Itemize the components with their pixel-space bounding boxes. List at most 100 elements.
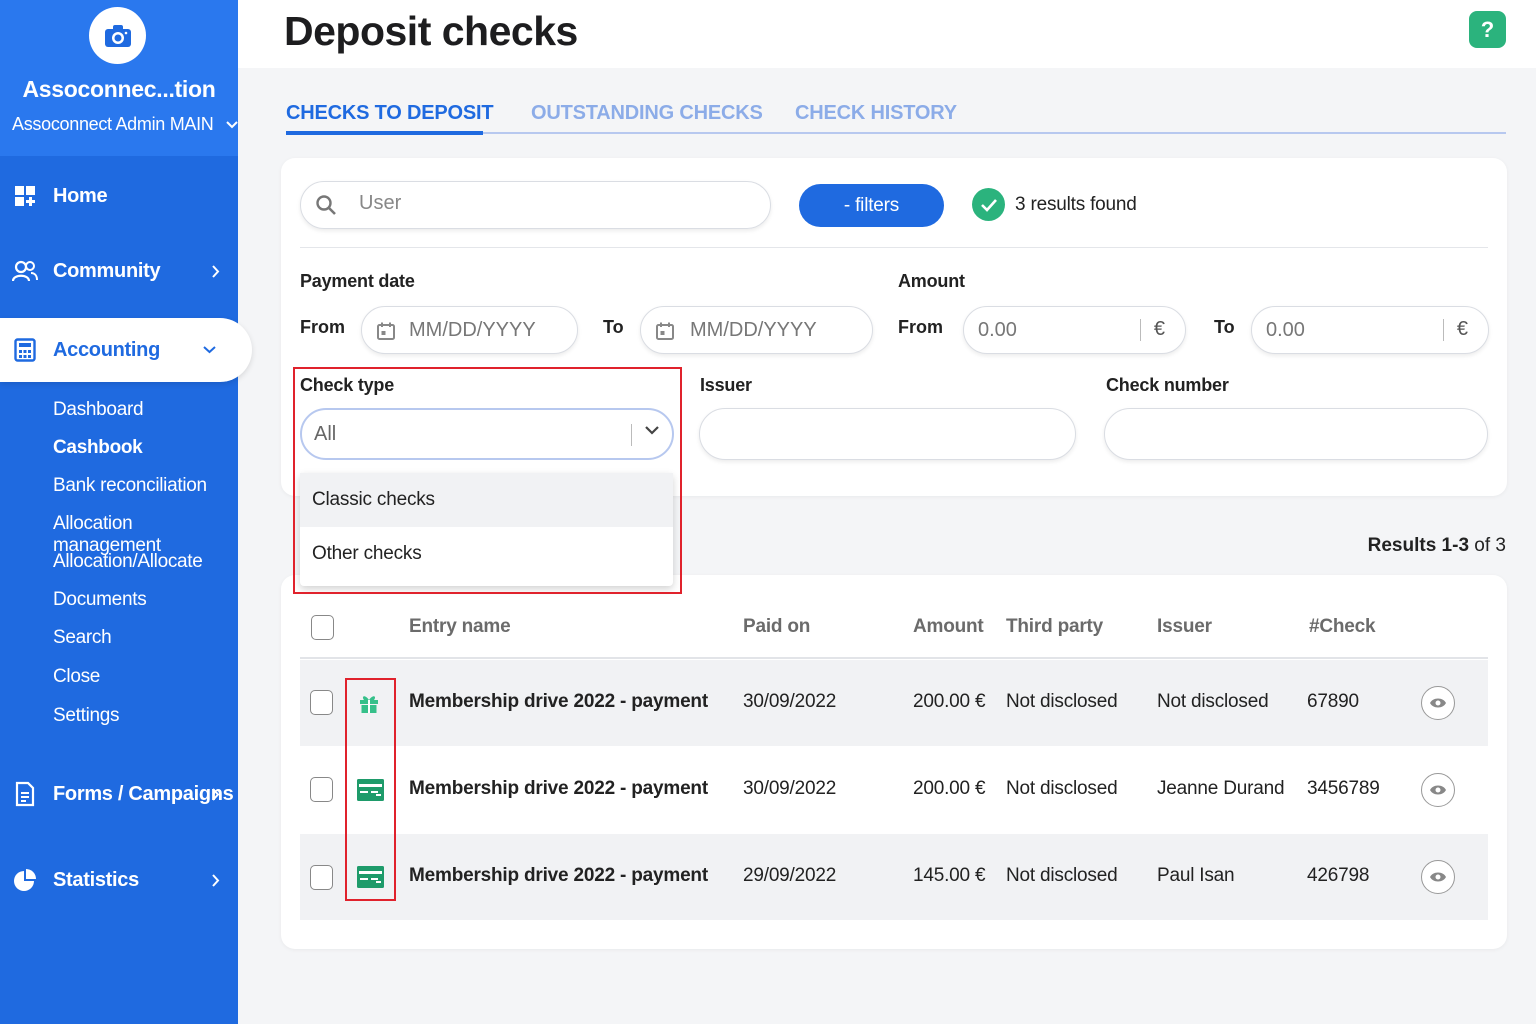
payment-date-from-field[interactable]: MM/DD/YYYY	[361, 306, 578, 354]
amount-from-placeholder: 0.00	[978, 319, 1017, 341]
tab-outstanding-checks[interactable]: OUTSTANDING CHECKS	[531, 102, 763, 125]
dropdown-option-other-checks[interactable]: Other checks	[300, 527, 673, 581]
tab-check-history[interactable]: CHECK HISTORY	[795, 102, 957, 125]
paid-on: 30/09/2022	[743, 691, 837, 712]
amount-from-field[interactable]: 0.00 €	[963, 306, 1186, 354]
nav-home-label: Home	[53, 184, 108, 207]
account-switcher[interactable]: Assoconnect Admin MAIN	[12, 114, 238, 135]
nav-home[interactable]: Home	[0, 171, 238, 221]
payment-date-to-field[interactable]: MM/DD/YYYY	[640, 306, 873, 354]
calendar-icon	[377, 322, 395, 340]
org-name: Assoconnec...tion	[22, 76, 216, 102]
sidebar-item-settings[interactable]: Settings	[53, 705, 120, 727]
sidebar-item-search[interactable]: Search	[53, 627, 112, 649]
chevron-right-icon	[212, 264, 220, 278]
third-party: Not disclosed	[1006, 865, 1118, 886]
amount-to-field[interactable]: 0.00 €	[1251, 306, 1489, 354]
users-icon	[12, 258, 38, 284]
view-button[interactable]	[1421, 860, 1455, 894]
check-circle-icon	[972, 188, 1005, 221]
filters-button[interactable]: - filters	[799, 184, 944, 227]
column-header-entry-name[interactable]: Entry name	[409, 616, 511, 638]
document-icon	[12, 781, 38, 807]
dashboard-icon	[12, 183, 38, 209]
help-button[interactable]: ?	[1469, 11, 1506, 48]
payment-to-label: To	[603, 317, 624, 337]
nav-statistics[interactable]: Statistics	[0, 855, 238, 905]
search-icon	[316, 195, 336, 215]
amount-to-label: To	[1214, 317, 1235, 337]
eye-icon	[1430, 872, 1446, 882]
column-header-third-party[interactable]: Third party	[1006, 616, 1103, 638]
payment-date-to-placeholder: MM/DD/YYYY	[690, 319, 817, 341]
active-tab-indicator	[286, 131, 483, 135]
row-checkbox[interactable]	[310, 865, 333, 890]
nav-community[interactable]: Community	[0, 246, 238, 296]
eye-icon	[1430, 785, 1446, 795]
column-header-paid-on[interactable]: Paid on	[743, 616, 810, 638]
sidebar-item-close[interactable]: Close	[53, 666, 100, 688]
check-type-value: All	[314, 423, 337, 445]
entry-name[interactable]: Membership drive 2022 - payment	[409, 865, 708, 887]
column-header-amount[interactable]: Amount	[913, 616, 984, 638]
nav-statistics-label: Statistics	[53, 868, 139, 891]
check-number: 67890	[1307, 691, 1359, 712]
table-header-divider	[300, 657, 1488, 659]
payment-date-from-placeholder: MM/DD/YYYY	[409, 319, 536, 341]
payment-from-label: From	[300, 317, 345, 337]
amount-to-placeholder: 0.00	[1266, 319, 1305, 341]
sidebar-item-documents[interactable]: Documents	[53, 589, 147, 611]
nav-accounting-label: Accounting	[53, 338, 160, 361]
third-party: Not disclosed	[1006, 778, 1118, 799]
account-name: Assoconnect Admin MAIN	[12, 114, 214, 134]
row-checkbox[interactable]	[310, 690, 333, 715]
column-header-issuer[interactable]: Issuer	[1157, 616, 1212, 638]
check-number-input[interactable]	[1104, 408, 1488, 460]
field-separator	[1443, 319, 1444, 341]
nav-forms-campaigns[interactable]: Forms / Campaigns	[0, 769, 238, 819]
paid-on: 30/09/2022	[743, 778, 837, 799]
view-button[interactable]	[1421, 686, 1455, 720]
view-button[interactable]	[1421, 773, 1455, 807]
calculator-icon	[12, 337, 38, 363]
user-search-box[interactable]	[300, 181, 771, 229]
tab-checks-to-deposit[interactable]: CHECKS TO DEPOSIT	[286, 102, 494, 125]
entry-name[interactable]: Membership drive 2022 - payment	[409, 778, 708, 800]
sidebar-item-dashboard[interactable]: Dashboard	[53, 399, 144, 421]
payment-date-label: Payment date	[300, 271, 415, 291]
field-separator	[1140, 319, 1141, 341]
currency-symbol: €	[1153, 318, 1165, 340]
pie-chart-icon	[12, 867, 38, 893]
results-found-text: 3 results found	[1015, 193, 1137, 215]
issuer-input[interactable]	[699, 408, 1076, 460]
select-all-checkbox[interactable]	[311, 615, 334, 640]
paid-on: 29/09/2022	[743, 865, 837, 886]
check-card-icon	[357, 779, 384, 801]
sidebar-item-bank-reconciliation[interactable]: Bank reconciliation	[53, 475, 207, 497]
third-party: Not disclosed	[1006, 691, 1118, 712]
nav-accounting[interactable]: Accounting	[0, 318, 252, 382]
issuer: Paul Isan	[1157, 865, 1235, 886]
row-checkbox[interactable]	[310, 777, 333, 802]
dropdown-option-classic-checks[interactable]: Classic checks	[300, 473, 673, 527]
org-header: Assoconnec...tion Assoconnect Admin MAIN	[0, 0, 238, 156]
issuer-label: Issuer	[700, 375, 752, 395]
column-header-check-number[interactable]: #Check	[1309, 616, 1376, 638]
amount: 145.00 €	[913, 865, 986, 886]
amount: 200.00 €	[913, 778, 986, 799]
sidebar-item-allocation-allocate[interactable]: Allocation/Allocate	[53, 551, 203, 573]
nav-community-label: Community	[53, 259, 161, 282]
results-range-suffix: of 3	[1469, 535, 1506, 556]
currency-symbol: €	[1456, 318, 1468, 340]
help-label: ?	[1480, 16, 1495, 42]
check-card-icon	[357, 866, 384, 888]
check-type-select[interactable]: All	[300, 408, 674, 460]
sidebar: Assoconnec...tion Assoconnect Admin MAIN…	[0, 0, 252, 1024]
org-logo[interactable]	[89, 7, 146, 64]
results-range: Results 1-3 of 3	[1368, 535, 1506, 557]
chevron-down-icon	[203, 346, 216, 354]
entry-name[interactable]: Membership drive 2022 - payment	[409, 691, 708, 713]
user-search-input[interactable]	[359, 192, 739, 215]
issuer: Not disclosed	[1157, 691, 1269, 712]
sidebar-item-cashbook[interactable]: Cashbook	[53, 437, 143, 459]
